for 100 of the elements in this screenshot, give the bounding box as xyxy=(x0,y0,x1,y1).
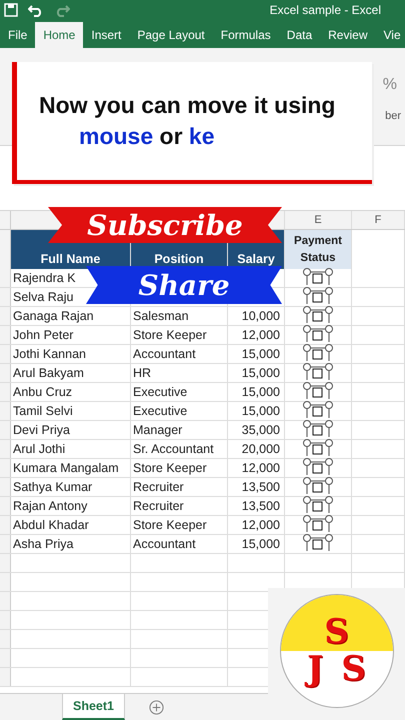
column-header: Full Name xyxy=(40,252,100,266)
checkbox[interactable] xyxy=(301,420,335,440)
column-letter[interactable]: E xyxy=(314,214,322,226)
subscribe-banner: Subscribe xyxy=(48,207,282,243)
table-cell: Jothi Kannan xyxy=(13,347,86,361)
undo-icon[interactable] xyxy=(28,3,44,17)
share-banner: Share xyxy=(86,266,282,304)
sheet-tab[interactable]: Sheet1 xyxy=(62,694,125,720)
table-cell: 13,500 xyxy=(242,480,280,494)
checkbox[interactable] xyxy=(301,496,335,516)
table-cell: HR xyxy=(133,366,152,380)
row-header[interactable] xyxy=(0,554,11,572)
table-cell: Manager xyxy=(133,423,182,437)
table-cell: Executive xyxy=(133,385,188,399)
checkbox[interactable] xyxy=(301,458,335,478)
ribbon-tab[interactable]: Insert xyxy=(83,22,130,48)
table-cell: Anbu Cruz xyxy=(13,385,72,399)
row-header[interactable] xyxy=(0,497,11,515)
checkbox[interactable] xyxy=(301,268,335,288)
checkbox[interactable] xyxy=(301,515,335,535)
checkbox[interactable] xyxy=(301,325,335,345)
table-cell: 35,000 xyxy=(242,423,280,437)
table-cell: Arul Bakyam xyxy=(13,366,84,380)
table-cell: 12,000 xyxy=(242,328,280,342)
row-header[interactable] xyxy=(0,440,11,458)
table-cell: 12,000 xyxy=(242,518,280,532)
checkbox[interactable] xyxy=(301,306,335,326)
window-title: Excel sample - Excel xyxy=(270,3,381,17)
logo-letter: S xyxy=(324,614,349,651)
caption-text: mouse or ke xyxy=(78,123,216,150)
row-header[interactable] xyxy=(0,421,11,439)
row-header[interactable] xyxy=(0,383,11,401)
row-header[interactable] xyxy=(0,459,11,477)
ribbon-tab[interactable]: Home xyxy=(35,22,84,48)
table-cell: John Peter xyxy=(13,328,74,342)
add-sheet-icon[interactable] xyxy=(149,700,164,714)
row-header[interactable] xyxy=(0,326,11,344)
table-cell: Ganaga Rajan xyxy=(13,309,94,323)
ribbon-group-label: ber xyxy=(385,110,401,122)
column-header: Payment Status xyxy=(293,234,343,266)
checkbox[interactable] xyxy=(301,382,335,402)
table-cell: Sathya Kumar xyxy=(13,480,92,494)
table-cell: Abdul Khadar xyxy=(13,518,89,532)
checkbox[interactable] xyxy=(301,344,335,364)
row-header[interactable] xyxy=(0,649,11,667)
checkbox[interactable] xyxy=(301,534,335,554)
row-header[interactable] xyxy=(0,611,11,629)
row-header[interactable] xyxy=(0,345,11,363)
row-header[interactable] xyxy=(0,592,11,610)
row-header[interactable] xyxy=(0,630,11,648)
ribbon-tab[interactable]: Vie xyxy=(376,22,405,48)
table-cell: 15,000 xyxy=(242,366,280,380)
table-cell: 15,000 xyxy=(242,347,280,361)
table-cell: Recruiter xyxy=(133,499,184,513)
row-header[interactable] xyxy=(0,307,11,325)
save-icon[interactable] xyxy=(4,3,18,17)
checkbox[interactable] xyxy=(301,363,335,383)
table-cell: 15,000 xyxy=(242,404,280,418)
table-cell: 20,000 xyxy=(242,442,280,456)
checkbox[interactable] xyxy=(301,287,335,307)
row-header[interactable] xyxy=(0,364,11,382)
table-cell: Executive xyxy=(133,404,188,418)
table-cell: Tamil Selvi xyxy=(13,404,73,418)
logo-letter: S xyxy=(341,651,366,688)
ribbon-tab[interactable]: Data xyxy=(278,22,320,48)
table-cell: 15,000 xyxy=(242,385,280,399)
logo-letter: J xyxy=(307,651,324,688)
table-cell: Arul Jothi xyxy=(13,442,66,456)
table-cell: Recruiter xyxy=(133,480,184,494)
table-cell: 12,000 xyxy=(242,461,280,475)
column-header: Position xyxy=(154,252,204,266)
table-cell: Selva Raju xyxy=(13,290,74,304)
row-header[interactable] xyxy=(0,668,11,686)
column-letter[interactable]: F xyxy=(374,214,382,226)
ribbon-tab[interactable]: File xyxy=(0,22,36,48)
ribbon-tab[interactable]: Formulas xyxy=(212,22,279,48)
table-cell: Asha Priya xyxy=(13,537,74,551)
ribbon-tab[interactable]: Review xyxy=(320,22,376,48)
checkbox[interactable] xyxy=(301,401,335,421)
checkbox[interactable] xyxy=(301,439,335,459)
column-header: Salary xyxy=(237,252,275,266)
table-cell: Store Keeper xyxy=(133,461,207,475)
row-header[interactable] xyxy=(0,288,11,306)
table-cell: Accountant xyxy=(133,537,196,551)
row-header[interactable] xyxy=(0,573,11,591)
row-header[interactable] xyxy=(0,402,11,420)
ribbon-tab[interactable]: Page Layout xyxy=(129,22,213,48)
row-header[interactable] xyxy=(0,230,11,269)
table-cell: Accountant xyxy=(133,347,196,361)
table-cell: 13,500 xyxy=(242,499,280,513)
row-header[interactable] xyxy=(0,516,11,534)
table-cell: Devi Priya xyxy=(13,423,70,437)
redo-icon[interactable] xyxy=(54,3,70,17)
table-cell: Rajendra K xyxy=(13,271,76,285)
row-header[interactable] xyxy=(0,478,11,496)
row-header[interactable] xyxy=(0,269,11,287)
table-cell: 10,000 xyxy=(242,309,280,323)
percent-button[interactable]: % xyxy=(382,76,397,94)
row-header[interactable] xyxy=(0,535,11,553)
checkbox[interactable] xyxy=(301,477,335,497)
